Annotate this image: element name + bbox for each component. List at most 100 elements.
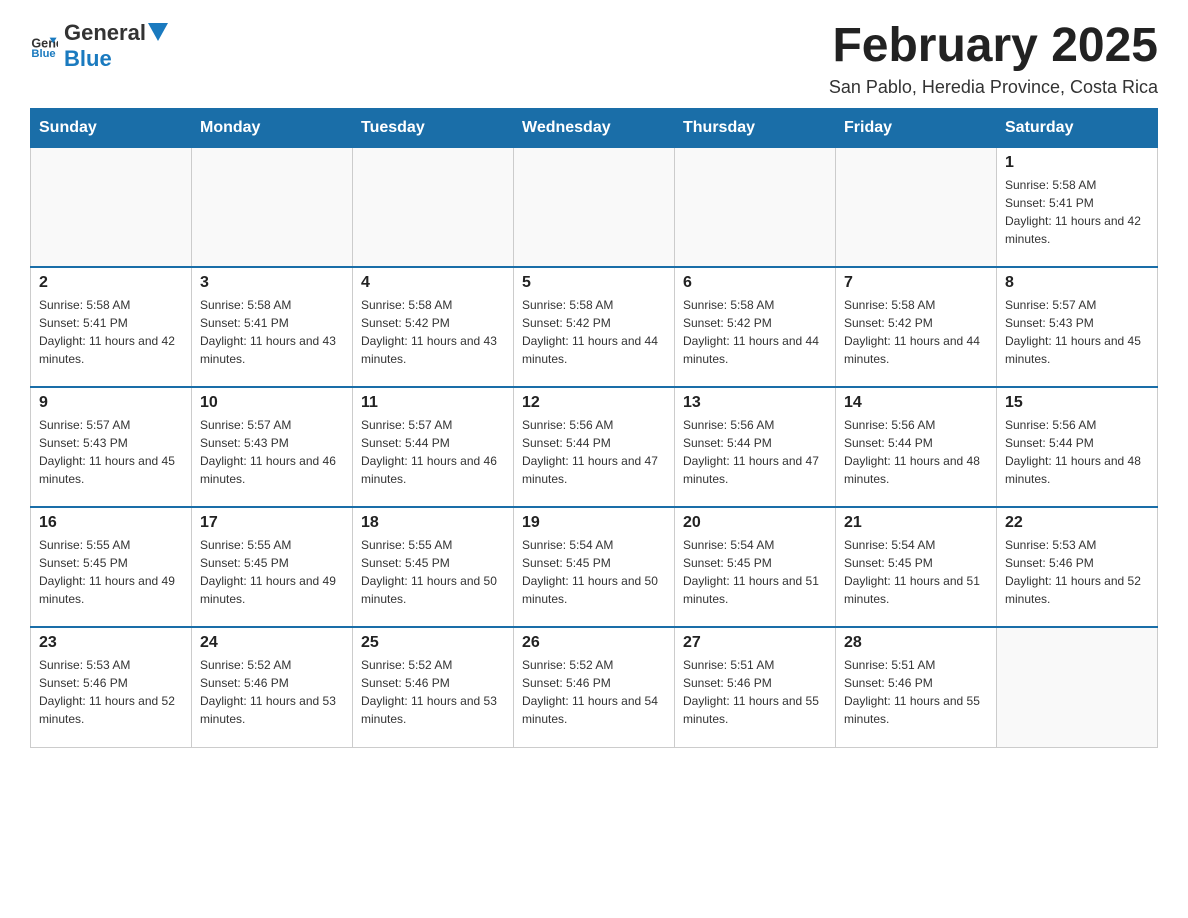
calendar-cell: [675, 147, 836, 267]
day-number: 2: [39, 274, 183, 292]
column-header-sunday: Sunday: [31, 108, 192, 147]
sunset-text: Sunset: 5:45 PM: [39, 554, 183, 572]
daylight-text: Daylight: 11 hours and 46 minutes.: [361, 452, 505, 488]
sunset-text: Sunset: 5:46 PM: [200, 674, 344, 692]
daylight-text: Daylight: 11 hours and 50 minutes.: [522, 572, 666, 608]
day-info: Sunrise: 5:56 AMSunset: 5:44 PMDaylight:…: [522, 416, 666, 488]
calendar-cell: 4Sunrise: 5:58 AMSunset: 5:42 PMDaylight…: [353, 267, 514, 387]
calendar-cell: 20Sunrise: 5:54 AMSunset: 5:45 PMDayligh…: [675, 507, 836, 627]
calendar-cell: 18 Sunrise: 5:55 AMSunset: 5:45 PMDayligh…: [353, 507, 514, 627]
day-info: Sunrise: 5:58 AMSunset: 5:42 PMDaylight:…: [683, 296, 827, 368]
sunset-text: Sunset: 5:41 PM: [200, 314, 344, 332]
daylight-text: Daylight: 11 hours and 52 minutes.: [39, 692, 183, 728]
daylight-text: Daylight: 11 hours and 48 minutes.: [1005, 452, 1149, 488]
day-number: 9: [39, 394, 183, 412]
sunrise-text: Sunrise: 5:57 AM: [361, 416, 505, 434]
calendar-cell: 1 Sunrise: 5:58 AMSunset: 5:41 PMDaylight…: [997, 147, 1158, 267]
daylight-text: Daylight: 11 hours and 55 minutes.: [844, 692, 988, 728]
calendar-cell: 7 Sunrise: 5:58 AMSunset: 5:42 PMDaylight…: [836, 267, 997, 387]
calendar-cell: 3Sunrise: 5:58 AMSunset: 5:41 PMDaylight…: [192, 267, 353, 387]
day-number: 5: [522, 274, 666, 292]
calendar-cell: 16Sunrise: 5:55 AMSunset: 5:45 PMDayligh…: [31, 507, 192, 627]
page-header: General Blue General Blue February 2025 …: [30, 20, 1158, 98]
sunset-text: Sunset: 5:42 PM: [361, 314, 505, 332]
sunrise-text: Sunrise: 5:55 AM: [39, 536, 183, 554]
day-info: Sunrise: 5:52 AMSunset: 5:46 PMDaylight:…: [361, 656, 505, 728]
day-info: Sunrise: 5:55 AMSunset: 5:45 PMDaylight:…: [361, 536, 505, 608]
day-info: Sunrise: 5:58 AMSunset: 5:41 PMDaylight:…: [200, 296, 344, 368]
sunset-text: Sunset: 5:45 PM: [844, 554, 988, 572]
calendar-week-row: 1 Sunrise: 5:58 AMSunset: 5:41 PMDaylight…: [31, 147, 1158, 267]
calendar-cell: 24Sunrise: 5:52 AMSunset: 5:46 PMDayligh…: [192, 627, 353, 747]
sunset-text: Sunset: 5:46 PM: [39, 674, 183, 692]
calendar-cell: 28Sunrise: 5:51 AMSunset: 5:46 PMDayligh…: [836, 627, 997, 747]
daylight-text: Daylight: 11 hours and 50 minutes.: [361, 572, 505, 608]
calendar-header-row: SundayMondayTuesdayWednesdayThursdayFrid…: [31, 108, 1158, 147]
day-info: Sunrise: 5:55 AMSunset: 5:45 PMDaylight:…: [39, 536, 183, 608]
calendar-cell: 25Sunrise: 5:52 AMSunset: 5:46 PMDayligh…: [353, 627, 514, 747]
calendar-cell: [836, 147, 997, 267]
day-number: 21: [844, 514, 988, 532]
calendar-cell: 12Sunrise: 5:56 AMSunset: 5:44 PMDayligh…: [514, 387, 675, 507]
sunset-text: Sunset: 5:44 PM: [522, 434, 666, 452]
day-info: Sunrise: 5:57 AMSunset: 5:43 PMDaylight:…: [1005, 296, 1149, 368]
sunset-text: Sunset: 5:44 PM: [1005, 434, 1149, 452]
sunset-text: Sunset: 5:44 PM: [361, 434, 505, 452]
daylight-text: Daylight: 11 hours and 44 minutes.: [522, 332, 666, 368]
sunrise-text: Sunrise: 5:56 AM: [1005, 416, 1149, 434]
day-number: 24: [200, 634, 344, 652]
calendar-cell: 27Sunrise: 5:51 AMSunset: 5:46 PMDayligh…: [675, 627, 836, 747]
calendar-cell: [353, 147, 514, 267]
sunrise-text: Sunrise: 5:56 AM: [683, 416, 827, 434]
day-number: 27: [683, 634, 827, 652]
daylight-text: Daylight: 11 hours and 46 minutes.: [200, 452, 344, 488]
daylight-text: Daylight: 11 hours and 48 minutes.: [844, 452, 988, 488]
sunrise-text: Sunrise: 5:53 AM: [39, 656, 183, 674]
daylight-text: Daylight: 11 hours and 53 minutes.: [361, 692, 505, 728]
sunset-text: Sunset: 5:42 PM: [522, 314, 666, 332]
calendar-subtitle: San Pablo, Heredia Province, Costa Rica: [829, 77, 1158, 98]
sunset-text: Sunset: 5:46 PM: [361, 674, 505, 692]
column-header-wednesday: Wednesday: [514, 108, 675, 147]
sunset-text: Sunset: 5:45 PM: [522, 554, 666, 572]
day-info: Sunrise: 5:58 AMSunset: 5:41 PMDaylight:…: [39, 296, 183, 368]
daylight-text: Daylight: 11 hours and 54 minutes.: [522, 692, 666, 728]
sunrise-text: Sunrise: 5:58 AM: [844, 296, 988, 314]
sunrise-text: Sunrise: 5:52 AM: [522, 656, 666, 674]
daylight-text: Daylight: 11 hours and 49 minutes.: [200, 572, 344, 608]
day-number: 1: [1005, 154, 1149, 172]
day-number: 10: [200, 394, 344, 412]
day-info: Sunrise: 5:51 AMSunset: 5:46 PMDaylight:…: [844, 656, 988, 728]
daylight-text: Daylight: 11 hours and 47 minutes.: [522, 452, 666, 488]
day-number: 13: [683, 394, 827, 412]
day-number: 8: [1005, 274, 1149, 292]
day-number: 6: [683, 274, 827, 292]
day-info: Sunrise: 5:57 AMSunset: 5:43 PMDaylight:…: [200, 416, 344, 488]
day-info: Sunrise: 5:54 AMSunset: 5:45 PMDaylight:…: [683, 536, 827, 608]
day-number: 18: [361, 514, 505, 532]
day-info: Sunrise: 5:58 AMSunset: 5:42 PMDaylight:…: [844, 296, 988, 368]
sunset-text: Sunset: 5:45 PM: [200, 554, 344, 572]
calendar-cell: 11 Sunrise: 5:57 AMSunset: 5:44 PMDayligh…: [353, 387, 514, 507]
calendar-cell: 14Sunrise: 5:56 AMSunset: 5:44 PMDayligh…: [836, 387, 997, 507]
day-info: Sunrise: 5:58 AMSunset: 5:41 PMDaylight:…: [1005, 176, 1149, 248]
day-number: 7: [844, 274, 988, 292]
sunrise-text: Sunrise: 5:58 AM: [361, 296, 505, 314]
sunrise-text: Sunrise: 5:55 AM: [200, 536, 344, 554]
sunset-text: Sunset: 5:46 PM: [522, 674, 666, 692]
day-info: Sunrise: 5:55 AMSunset: 5:45 PMDaylight:…: [200, 536, 344, 608]
calendar-cell: 5 Sunrise: 5:58 AMSunset: 5:42 PMDaylight…: [514, 267, 675, 387]
column-header-thursday: Thursday: [675, 108, 836, 147]
day-info: Sunrise: 5:52 AMSunset: 5:46 PMDaylight:…: [522, 656, 666, 728]
daylight-text: Daylight: 11 hours and 55 minutes.: [683, 692, 827, 728]
daylight-text: Daylight: 11 hours and 43 minutes.: [200, 332, 344, 368]
sunrise-text: Sunrise: 5:52 AM: [200, 656, 344, 674]
sunrise-text: Sunrise: 5:54 AM: [844, 536, 988, 554]
column-header-friday: Friday: [836, 108, 997, 147]
sunset-text: Sunset: 5:44 PM: [683, 434, 827, 452]
daylight-text: Daylight: 11 hours and 45 minutes.: [1005, 332, 1149, 368]
day-number: 11: [361, 394, 505, 412]
calendar-cell: [514, 147, 675, 267]
sunrise-text: Sunrise: 5:58 AM: [522, 296, 666, 314]
sunset-text: Sunset: 5:46 PM: [1005, 554, 1149, 572]
